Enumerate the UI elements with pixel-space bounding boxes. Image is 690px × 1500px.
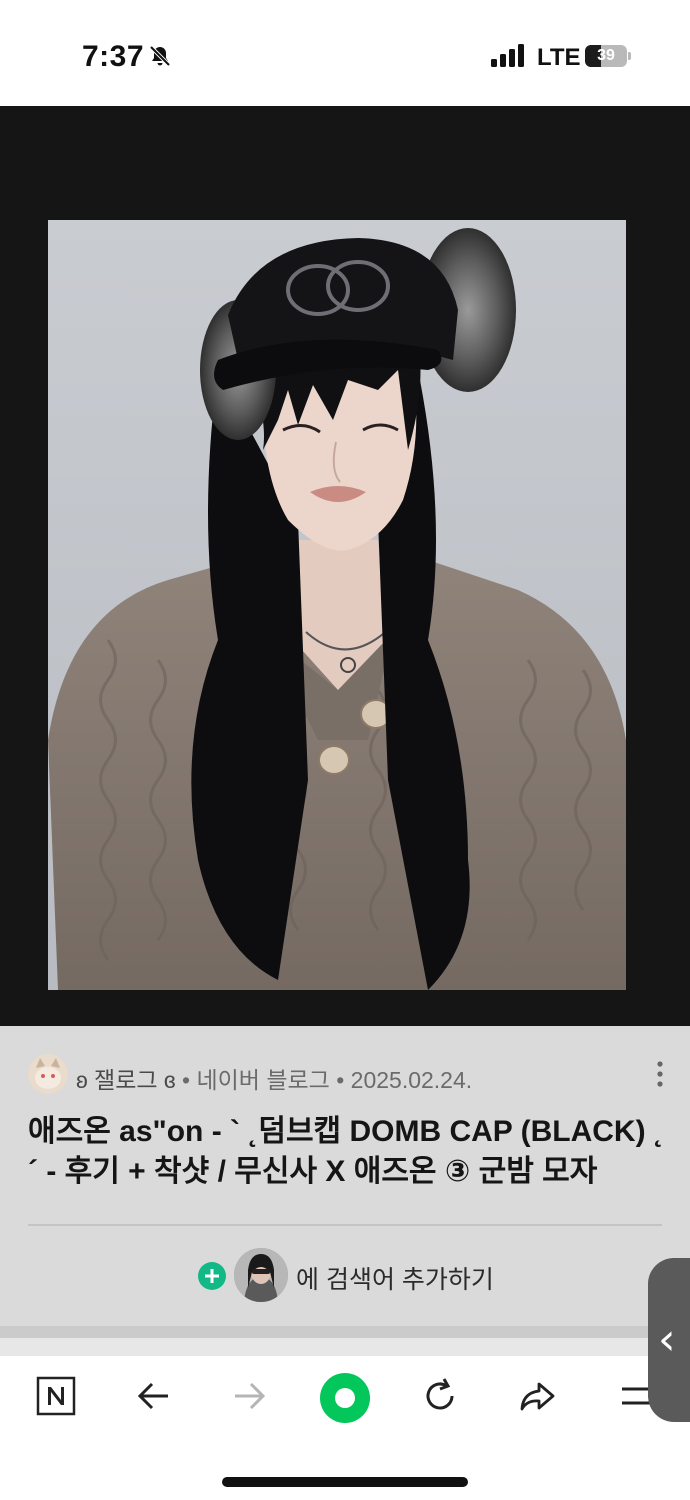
bell-off-icon [148, 44, 172, 68]
reload-button[interactable] [410, 1376, 470, 1424]
network-type: LTE [537, 44, 581, 71]
chevron-left-icon: ‹ [658, 1314, 676, 1365]
post-image-frame [0, 106, 690, 1026]
reload-icon [426, 1378, 454, 1410]
cellular-signal-icon [491, 44, 525, 68]
section-gap [0, 1326, 690, 1338]
share-icon [520, 1382, 555, 1411]
meta-separator-2: • [336, 1067, 345, 1093]
naver-home-button[interactable] [26, 1376, 86, 1424]
add-keyword-label: 에 검색어 추가하기 [296, 1266, 494, 1294]
back-button[interactable] [124, 1376, 184, 1424]
arrow-right-icon [235, 1382, 266, 1410]
post-title[interactable]: 애즈온 as"on - ` ˛덤브캡 DOMB CAP (BLACK) ˛´ -… [28, 1112, 668, 1192]
share-button[interactable] [507, 1376, 567, 1424]
plus-icon [198, 1262, 226, 1290]
divider [28, 1224, 662, 1226]
naver-n-icon [36, 1376, 76, 1416]
section-gap-2 [0, 1338, 690, 1356]
home-indicator[interactable] [222, 1477, 468, 1487]
post-date: 2025.02.24. [350, 1067, 473, 1093]
side-panel-handle[interactable]: ‹ [648, 1258, 690, 1422]
post-meta: ʚ 잴로그 ɞ • 네이버 블로그 • 2025.02.24. [28, 1054, 668, 1094]
forward-button[interactable] [219, 1376, 279, 1424]
more-options-icon[interactable] [650, 1060, 670, 1088]
battery-percent: 39 [597, 47, 615, 64]
arrow-left-icon [137, 1382, 168, 1410]
post-photo[interactable] [48, 220, 626, 990]
battery-icon: 39 [585, 45, 631, 67]
status-time: 7:37 [82, 40, 145, 73]
author-name[interactable]: ʚ 잴로그 ɞ [76, 1067, 176, 1093]
post-meta-text: ʚ 잴로그 ɞ • 네이버 블로그 • 2025.02.24. [76, 1061, 472, 1095]
green-dot-button[interactable] [315, 1372, 375, 1423]
browser-toolbar [0, 1356, 690, 1500]
author-avatar[interactable] [28, 1054, 68, 1094]
profile-thumbnail [234, 1248, 288, 1302]
post-info-card[interactable]: ʚ 잴로그 ɞ • 네이버 블로그 • 2025.02.24. 애즈온 as"o… [0, 1026, 690, 1326]
add-keyword-button[interactable]: 에 검색어 추가하기 [198, 1248, 518, 1304]
source-name: 네이버 블로그 [196, 1067, 330, 1093]
meta-separator: • [182, 1067, 191, 1093]
green-dot-icon [320, 1373, 370, 1423]
status-bar: 7:37 LTE 39 [0, 0, 690, 106]
